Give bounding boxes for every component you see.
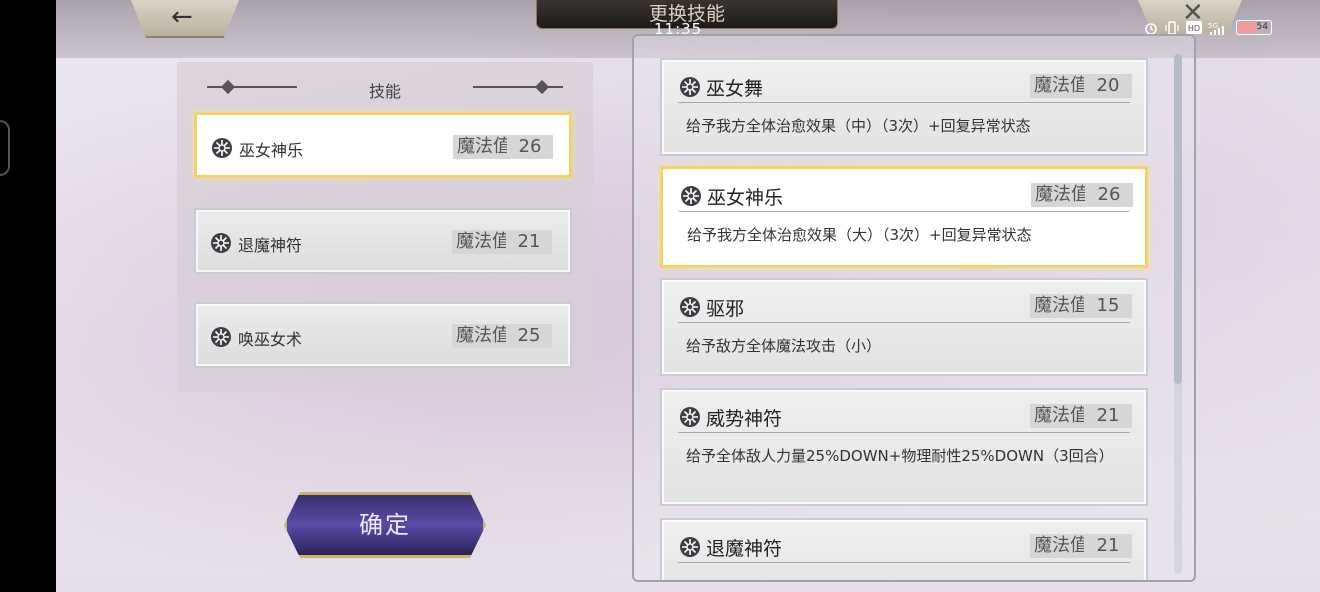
mp-label: 魔法值: [452, 324, 514, 348]
skill-card-1[interactable]: 巫女舞 魔法值 20 给予我方全体治愈效果（中）（3次）+回复异常状态: [660, 58, 1148, 156]
skill-name: 巫女舞: [706, 78, 764, 100]
scrollbar[interactable]: [1174, 54, 1182, 574]
divider: [678, 432, 1130, 433]
skill-emblem-icon: [211, 233, 231, 253]
divider: [678, 322, 1130, 323]
skill-card-4[interactable]: 威势神符 魔法值 21 给予全体敌人力量25%DOWN+物理耐性25%DOWN（…: [660, 388, 1148, 506]
skill-slot-3[interactable]: 唤巫女术 魔法值 25: [194, 302, 572, 368]
skill-card-5[interactable]: 退魔神符 魔法值 21: [660, 518, 1148, 580]
mp-value: 15: [1084, 294, 1132, 318]
mp-label: 魔法值: [1030, 404, 1092, 428]
mp-value: 26: [1085, 183, 1133, 207]
panel-title: 技能: [368, 82, 401, 101]
alarm-icon: [1145, 22, 1157, 35]
ornament-right: [473, 86, 563, 88]
skill-list-panel: 巫女舞 魔法值 20 给予我方全体治愈效果（中）（3次）+回复异常状态 巫女神乐…: [632, 34, 1196, 582]
skill-emblem-icon: [680, 297, 700, 317]
divider: [678, 562, 1130, 563]
mp-value: 21: [506, 230, 552, 254]
equipped-skills-panel: 技能 巫女神乐 魔法值 26 退魔神符 魔法值 21 唤巫女术 魔法值 25: [177, 62, 593, 392]
skill-name: 退魔神符: [706, 538, 783, 560]
mp-label: 魔法值: [453, 135, 515, 159]
skill-card-2[interactable]: 巫女神乐 魔法值 26 给予我方全体治愈效果（大）（3次）+回复异常状态: [660, 166, 1148, 268]
mp-label: 魔法值: [1030, 74, 1092, 98]
skill-name: 巫女神乐: [239, 141, 304, 160]
svg-text:5G: 5G: [1208, 22, 1218, 30]
mp-label: 魔法值: [1030, 294, 1092, 318]
skill-description: 给予我方全体治愈效果（中）（3次）+回复异常状态: [686, 117, 1031, 135]
device-edge-notch: [0, 120, 10, 176]
skill-description: 给予我方全体治愈效果（大）（3次）+回复异常状态: [687, 226, 1032, 244]
mp-label: 魔法值: [1031, 183, 1093, 207]
skill-name: 威势神符: [706, 408, 783, 430]
skill-emblem-icon: [681, 186, 701, 206]
skill-name: 巫女神乐: [707, 187, 784, 209]
battery-icon: 54: [1236, 20, 1272, 35]
confirm-button[interactable]: 确定: [284, 492, 486, 558]
mp-value: 20: [1084, 74, 1132, 98]
divider: [679, 211, 1129, 212]
skill-emblem-icon: [680, 407, 700, 427]
skill-name: 唤巫女术: [238, 330, 303, 349]
hd-icon: HD: [1186, 21, 1202, 34]
mp-value: 21: [1084, 404, 1132, 428]
mp-value: 21: [1084, 534, 1132, 558]
status-icons: HD 5G 54: [1144, 20, 1272, 35]
skill-emblem-icon: [680, 77, 700, 97]
vibrate-icon: [1165, 20, 1179, 35]
mp-value: 26: [507, 135, 553, 159]
skill-description: 给予全体敌人力量25%DOWN+物理耐性25%DOWN（3回合）: [686, 447, 1114, 465]
skill-slot-1[interactable]: 巫女神乐 魔法值 26: [194, 112, 572, 178]
skill-emblem-icon: [680, 537, 700, 557]
mp-label: 魔法值: [452, 230, 514, 254]
skill-emblem-icon: [211, 327, 231, 347]
skill-description: 给予敌方全体魔法攻击（小）: [686, 337, 882, 355]
scrollbar-thumb[interactable]: [1174, 54, 1182, 384]
skill-name: 退魔神符: [238, 236, 303, 255]
skill-name: 驱邪: [706, 298, 745, 320]
skill-emblem-icon: [212, 138, 232, 158]
mp-label: 魔法值: [1030, 534, 1092, 558]
signal-5g-icon: 5G: [1208, 22, 1224, 35]
panel-header: 技能: [177, 74, 593, 102]
skill-card-3[interactable]: 驱邪 魔法值 15 给予敌方全体魔法攻击（小）: [660, 278, 1148, 376]
skill-slot-2[interactable]: 退魔神符 魔法值 21: [194, 208, 572, 274]
divider: [678, 102, 1130, 103]
battery-level: 54: [1256, 22, 1268, 32]
mp-value: 25: [506, 324, 552, 348]
game-screen: ← 更换技能 ✕ 11:35 HD 5G 54 技能 巫女神乐 魔法值 26 退…: [56, 0, 1320, 592]
svg-text:HD: HD: [1188, 24, 1200, 33]
back-arrow-icon: ←: [171, 2, 193, 32]
back-button[interactable]: ←: [131, 0, 239, 38]
